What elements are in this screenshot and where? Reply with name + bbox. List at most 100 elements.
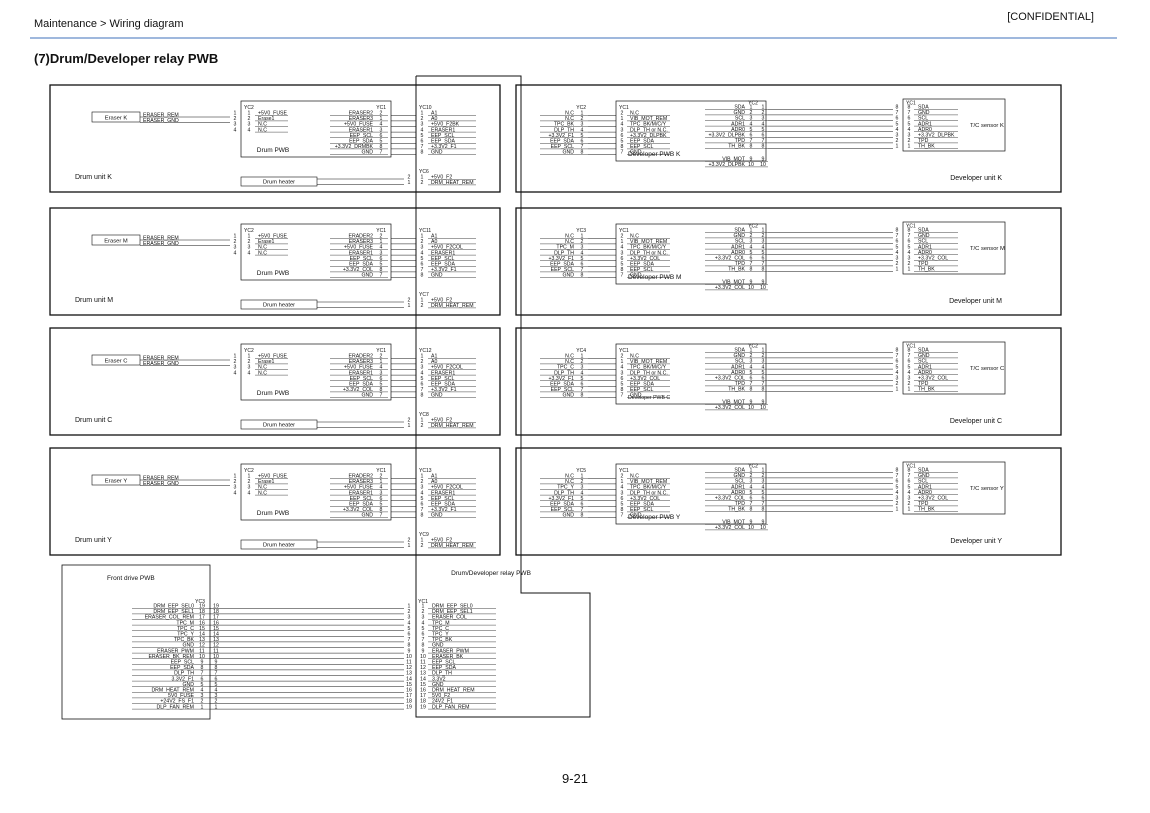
dev-yc1-pin: 7: [621, 393, 624, 399]
dev-yc1-signal: GND: [630, 273, 642, 279]
dev-yc1-pin: 7: [621, 513, 624, 519]
dev-yc1-signal: GND: [630, 150, 642, 156]
tc-sensor-signal: TH_BK: [918, 144, 935, 150]
relay-yc1-signal: DLP_FAN_REM: [432, 704, 469, 710]
dev-yc2-pin-outer: 8: [762, 267, 765, 273]
front-drive-signal: DLP_FAN_REM: [157, 704, 194, 710]
tc-sensor-label: T/C sensor K: [970, 123, 1004, 129]
drum-heater-label: Drum heater: [263, 180, 295, 186]
tc-sensor-pin-outer: 1: [896, 267, 899, 273]
eraser-label: Eraser Y: [105, 479, 128, 485]
tc-sensor-pin: 1: [908, 267, 911, 273]
dev-yc1-signal: GND: [630, 393, 642, 399]
drum-heater-label: Drum heater: [263, 423, 295, 429]
relay-connector-label: YC11: [419, 228, 431, 234]
dev-yc2-signal: TH_BK: [728, 387, 745, 393]
dev-motor-pin-outer: 10: [760, 162, 766, 168]
heater-signal: DRM_HEAT_REM: [431, 303, 474, 309]
dev-motor-signal: +3.3V2_DLPBK: [709, 162, 746, 168]
tc-sensor-label: T/C sensor Y: [970, 486, 1004, 492]
drum-pwb-label: Drum PWB: [257, 390, 290, 397]
yc2-pin-outer: 4: [234, 127, 237, 133]
dev-motor-pin-outer: 10: [760, 405, 766, 411]
yc2-signal: N.C: [258, 127, 267, 133]
dev-motor-pin: 10: [748, 525, 754, 531]
dev-yc2-pin: 8: [750, 267, 753, 273]
developer-unit-label: Developer unit C: [950, 418, 1002, 425]
relay-pin: 8: [421, 393, 424, 399]
dev-motor-signal: +3.3V2_COL: [715, 525, 745, 531]
tc-sensor-pin-outer: 1: [896, 144, 899, 150]
drum-unit-label: Drum unit M: [75, 297, 113, 304]
dev-yc1-pin: 7: [621, 273, 624, 279]
relay-connector-label: YC13: [419, 468, 432, 474]
eraser-label: Eraser C: [105, 359, 128, 365]
tc-sensor-label: T/C sensor M: [970, 246, 1005, 252]
dev-yc1-signal: GND: [630, 513, 642, 519]
tc-sensor-pin: 1: [908, 144, 911, 150]
eraser-label: Eraser K: [105, 116, 128, 122]
dev-motor-pin: 10: [748, 162, 754, 168]
dev-relay-pin: 8: [581, 393, 584, 399]
relay-signal: GND: [431, 513, 443, 519]
tc-sensor-signal: TH_BK: [918, 267, 935, 273]
drum-pwb-label: Drum PWB: [257, 510, 290, 517]
heater-signal: DRM_HEAT_REM: [431, 423, 474, 429]
dev-yc2-signal: TH_BK: [728, 507, 745, 513]
tc-sensor-pin-outer: 1: [896, 507, 899, 513]
yc2-pin-outer: 4: [234, 370, 237, 376]
heater-pin: 2: [421, 303, 424, 309]
relay-pin: 8: [421, 150, 424, 156]
tc-sensor-signal: TH_BK: [918, 507, 935, 513]
eraser-signal: ERASER_GND: [143, 481, 179, 487]
developer-unit-label: Developer unit K: [950, 175, 1002, 182]
drum-heater-label: Drum heater: [263, 543, 295, 549]
heater-pin-outer: 1: [408, 423, 411, 429]
dev-yc2-pin-outer: 8: [762, 507, 765, 513]
heater-pin: 2: [421, 180, 424, 186]
eraser-signal: ERASER_GND: [143, 241, 179, 247]
yc1-signal: GND: [361, 393, 373, 399]
dev-yc2-signal: TH_BK: [728, 144, 745, 150]
dev-relay-signal: GND: [562, 393, 574, 399]
heater-signal: DRM_HEAT_REM: [431, 543, 474, 549]
yc2-signal: N.C: [258, 370, 267, 376]
eraser-label: Eraser M: [104, 239, 128, 245]
tc-sensor-label: T/C sensor C: [970, 366, 1004, 372]
yc2-signal: N.C: [258, 490, 267, 496]
yc1-pin: 7: [380, 513, 383, 519]
heater-pin: 2: [421, 543, 424, 549]
relay-pwb-label: Drum/Developer relay PWB: [451, 570, 531, 577]
yc2-pin-outer: 4: [234, 490, 237, 496]
relay-yc1-pin-outer: 19: [406, 704, 412, 710]
relay-pin: 8: [421, 273, 424, 279]
heater-pin-outer: 1: [408, 303, 411, 309]
tc-sensor-signal: TH_BK: [918, 387, 935, 393]
dev-yc2-pin-outer: 8: [762, 387, 765, 393]
relay-pin: 8: [421, 513, 424, 519]
yc2-pin-inner: 4: [248, 490, 251, 496]
dev-motor-signal: +3.3V2_COL: [715, 285, 745, 291]
drum-unit-label: Drum unit Y: [75, 537, 112, 544]
eraser-signal: ERASER_GND: [143, 361, 179, 367]
dev-yc2-signal: TH_BK: [728, 267, 745, 273]
dev-motor-pin: 10: [748, 405, 754, 411]
dev-yc1-pin: 7: [621, 150, 624, 156]
wiring-diagram: Drum/Developer relay PWB Drum unit K Erase…: [49, 75, 1062, 720]
relay-signal: GND: [431, 273, 443, 279]
yc1-signal: GND: [361, 273, 373, 279]
yc2-pin-inner: 4: [248, 370, 251, 376]
dev-yc2-pin-outer: 8: [762, 144, 765, 150]
heater-pin-outer: 1: [408, 543, 411, 549]
dev-motor-pin-outer: 10: [760, 525, 766, 531]
drum-pwb-label: Drum PWB: [257, 147, 290, 154]
dev-motor-pin-outer: 10: [760, 285, 766, 291]
front-drive-pin-outer: 1: [215, 704, 218, 710]
drum-unit-label: Drum unit K: [75, 174, 112, 181]
tc-sensor-pin: 1: [908, 507, 911, 513]
front-drive-pwb-label: Front drive PWB: [107, 575, 155, 582]
heater-signal: DRM_HEAT_REM: [431, 180, 474, 186]
yc2-pin-outer: 4: [234, 250, 237, 256]
dev-motor-signal: +3.3V2_COL: [715, 405, 745, 411]
heater-pin-outer: 1: [408, 180, 411, 186]
